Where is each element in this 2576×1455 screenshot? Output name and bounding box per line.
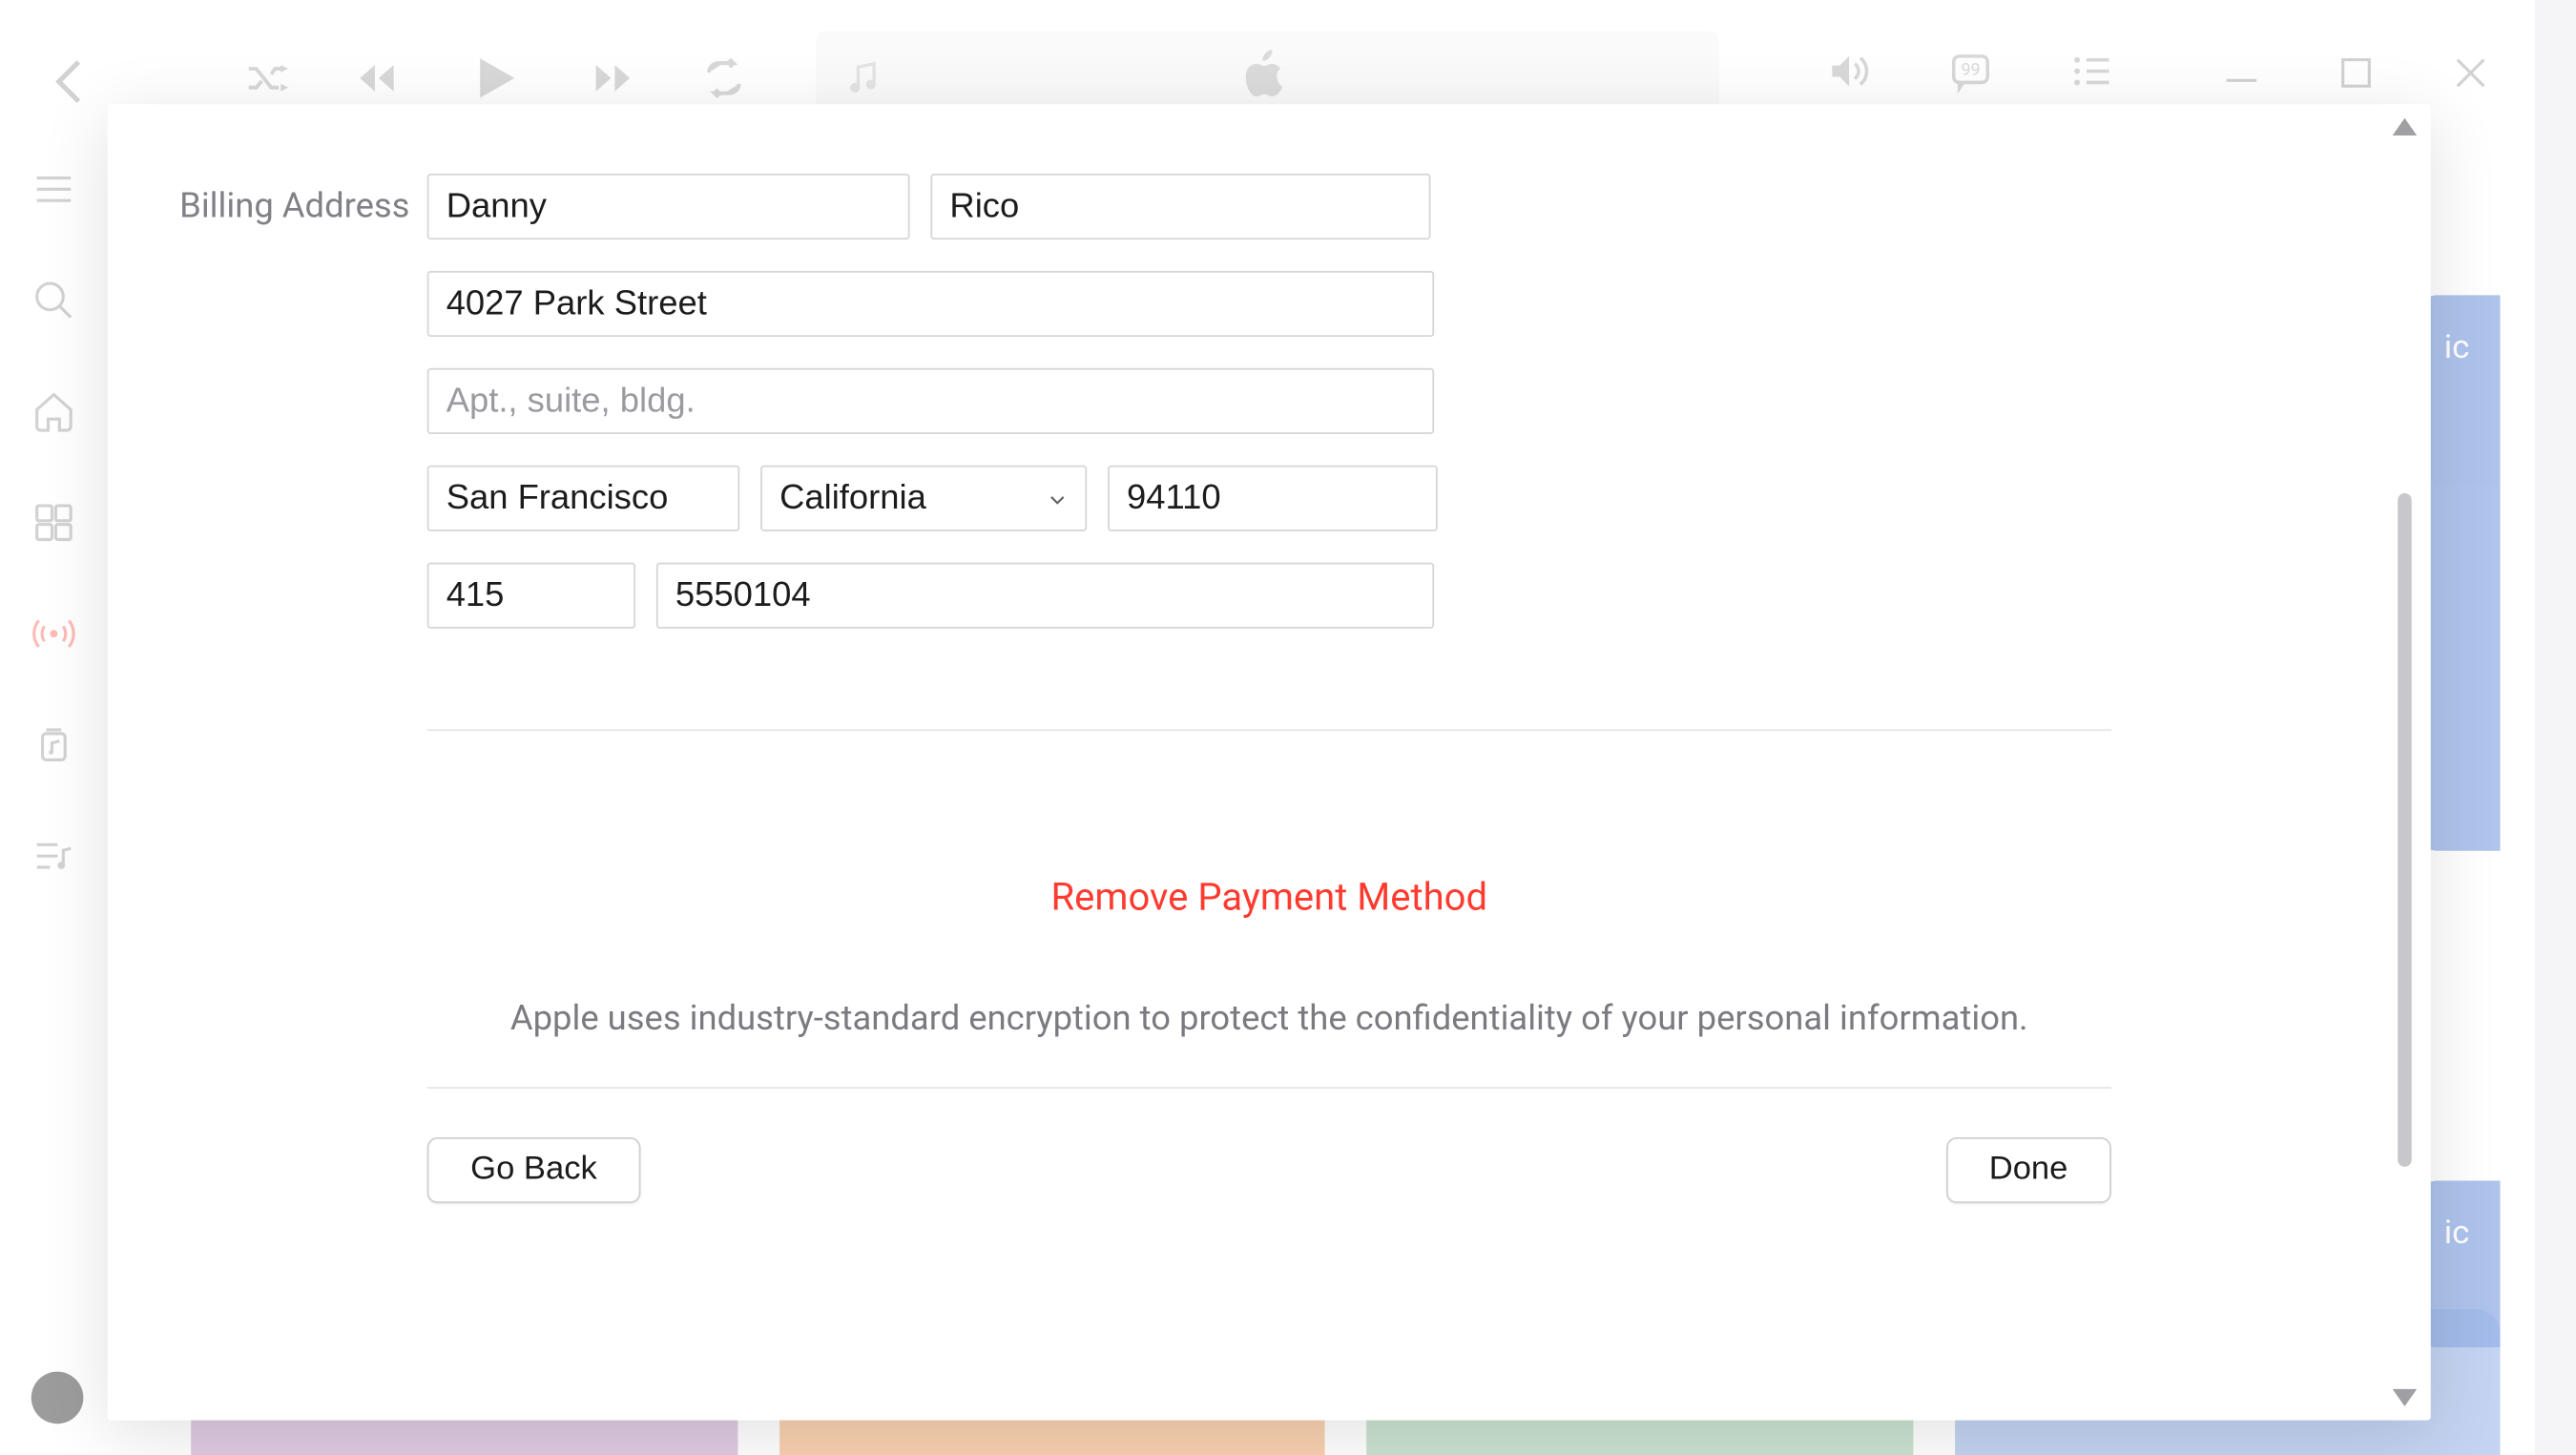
lyrics-icon[interactable]: 99 [1944,49,1997,101]
radio-icon[interactable] [31,612,76,664]
search-icon[interactable] [31,278,76,330]
phone-field[interactable] [656,563,1434,629]
scrollbar[interactable] [2393,118,2417,1406]
apt-field[interactable] [427,368,1434,434]
rewind-icon[interactable] [354,55,399,108]
repeat-icon[interactable] [701,55,746,108]
svg-text:99: 99 [1962,61,1981,80]
remove-payment-link[interactable]: Remove Payment Method [1050,877,1487,920]
billing-sheet: Billing Address California [108,104,2431,1420]
sidebar [0,146,108,1455]
state-select[interactable]: California [760,466,1087,531]
avatar[interactable] [31,1372,84,1424]
forward-icon[interactable] [591,55,635,108]
minimize-icon[interactable] [2219,51,2264,95]
playlist-icon[interactable] [31,834,76,886]
scroll-up-icon[interactable] [2393,118,2417,135]
music-icon [834,49,893,108]
back-button[interactable] [42,52,101,112]
city-field[interactable] [427,466,740,531]
library-icon[interactable] [31,722,76,775]
area-code-field[interactable] [427,563,635,629]
street-field[interactable] [427,271,1434,337]
first-name-field[interactable] [427,174,910,239]
queue-icon[interactable] [2067,49,2119,101]
section-label: Billing Address [167,184,410,226]
apple-logo-icon [1241,49,1294,108]
go-back-button[interactable]: Go Back [427,1137,641,1203]
home-icon[interactable] [31,389,76,442]
browse-icon[interactable] [31,500,76,552]
zip-field[interactable] [1108,466,1438,531]
volume-icon[interactable] [1823,49,1876,101]
menu-icon[interactable] [31,167,76,219]
scroll-down-icon[interactable] [2393,1389,2417,1406]
done-button[interactable]: Done [1945,1137,2111,1203]
encryption-note: Apple uses industry-standard encryption … [510,997,2028,1039]
shuffle-icon[interactable] [243,55,288,108]
last-name-field[interactable] [930,174,1430,239]
maximize-icon[interactable] [2334,51,2379,95]
divider [427,1087,2111,1089]
close-icon[interactable] [2448,51,2493,95]
divider [427,729,2111,731]
scroll-thumb[interactable] [2398,492,2412,1167]
